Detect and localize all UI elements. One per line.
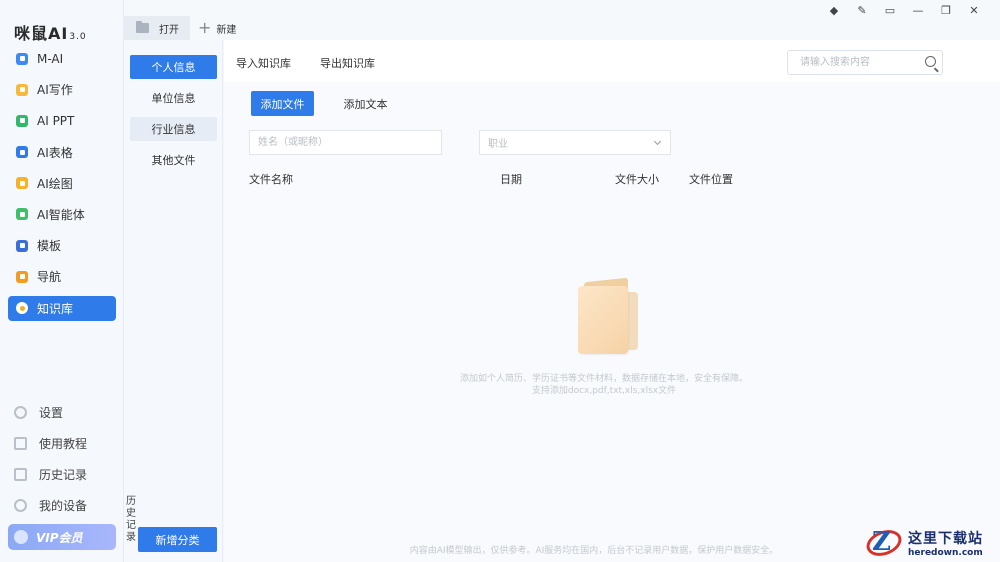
close-icon[interactable]: ✕ — [960, 2, 988, 18]
name-input[interactable] — [250, 131, 441, 154]
sidebar-item-label: AI表格 — [37, 145, 73, 160]
ppt-icon — [16, 114, 28, 127]
sidebar-item-label: 模板 — [37, 239, 62, 254]
sidebar-nav: M-AI AI写作 AI PPT AI表格 AI绘图 AI智能体 模板 导航 知… — [8, 46, 116, 327]
sidebar-item-label: M-AI — [37, 51, 64, 66]
job-select[interactable]: 职业 — [479, 130, 671, 155]
sidebar-item-m-ai[interactable]: M-AI — [8, 46, 116, 71]
gear-icon — [14, 405, 27, 419]
top-toolbar: 打开 + 新建 ◆ ✎ ▭ — ❐ ✕ — [124, 0, 1000, 40]
vip-button[interactable]: VIP会员 — [8, 524, 116, 550]
history-icon — [14, 468, 27, 482]
sidebar-item-ai-agent[interactable]: AI智能体 — [8, 202, 116, 227]
sidebar-item-ai-ppt[interactable]: AI PPT — [8, 108, 116, 133]
category-panel: 个人信息 单位信息 行业信息 其他文件 历史记录 新增分类 — [124, 40, 223, 562]
folder-icon — [136, 21, 149, 33]
drawing-icon — [16, 177, 28, 190]
tutorial-icon — [14, 436, 27, 450]
search-box — [787, 50, 943, 75]
edit-icon[interactable]: ✎ — [848, 2, 876, 18]
plus-icon: + — [198, 18, 212, 37]
sidebar: 咪鼠AI3.0 M-AI AI写作 AI PPT AI表格 AI绘图 AI智能体 — [0, 0, 124, 562]
minimize-icon[interactable]: — — [904, 2, 932, 18]
sidebar-item-knowledge-base[interactable]: 知识库 — [8, 295, 116, 321]
tag-icon[interactable]: ◆ — [820, 2, 848, 18]
main-header: 导入知识库 导出知识库 — [224, 40, 1000, 82]
main-content: 导入知识库 导出知识库 添加文件 添加文本 职业 文件名称 日期 文件大小 文件… — [224, 40, 1000, 562]
device-link[interactable]: 我的设备 — [8, 495, 116, 517]
settings-link[interactable]: 设置 — [8, 401, 116, 423]
sidebar-item-ai-writing[interactable]: AI写作 — [8, 77, 116, 102]
history-label: 历史记录 — [39, 468, 88, 483]
open-label: 打开 — [159, 24, 179, 36]
column-header-date: 日期 — [500, 173, 522, 186]
maximize-icon[interactable]: ❐ — [932, 2, 960, 18]
sidebar-item-ai-table[interactable]: AI表格 — [8, 140, 116, 165]
tutorial-link[interactable]: 使用教程 — [8, 432, 116, 454]
sidebar-item-label: 知识库 — [37, 301, 74, 316]
feedback-icon[interactable]: ▭ — [876, 2, 904, 18]
writing-icon — [16, 83, 28, 96]
empty-state-text: 添加如个人简历、学历证书等文件材料，数据存储在本地，安全有保障。 支持添加doc… — [404, 373, 804, 397]
site-watermark: Z 这里下载站 heredown.com — [862, 524, 1000, 562]
sidebar-bottom: 设置 使用教程 历史记录 我的设备 — [8, 401, 116, 526]
vip-icon — [14, 530, 28, 544]
template-icon — [16, 239, 28, 252]
column-header-size: 文件大小 — [615, 173, 659, 186]
disclaimer-footer: 内容由AI模型输出，仅供参考。AI服务均在国内，后台不记录用户数据，保护用户数据… — [409, 546, 779, 556]
window-controls: ◆ ✎ ▭ — ❐ ✕ — [820, 2, 988, 18]
search-icon[interactable] — [925, 56, 936, 67]
watermark-en: heredown.com — [908, 548, 983, 558]
watermark-cn: 这里下载站 — [908, 531, 983, 547]
navigation-icon — [16, 270, 28, 283]
empty-state-line2: 支持添加docx,pdf,txt,xls,xlsx文件 — [531, 386, 677, 396]
history-link[interactable]: 历史记录 — [8, 464, 116, 486]
sidebar-item-label: AI绘图 — [37, 176, 73, 191]
sidebar-item-template[interactable]: 模板 — [8, 233, 116, 258]
agent-icon — [16, 208, 28, 221]
empty-folder-icon — [576, 277, 640, 354]
sidebar-item-label: AI智能体 — [37, 207, 85, 222]
device-label: 我的设备 — [39, 499, 88, 514]
sidebar-item-navigation[interactable]: 导航 — [8, 264, 116, 289]
chevron-down-icon — [653, 137, 662, 146]
column-header-filename: 文件名称 — [249, 173, 293, 186]
empty-state-line1: 添加如个人简历、学历证书等文件材料，数据存储在本地，安全有保障。 — [459, 374, 748, 384]
add-category-button[interactable]: 新增分类 — [138, 527, 217, 552]
table-icon — [16, 146, 28, 159]
add-file-button[interactable]: 添加文件 — [251, 91, 314, 116]
new-tab-button[interactable]: + 新建 — [198, 16, 236, 40]
knowledge-base-icon — [16, 302, 28, 314]
name-field — [249, 130, 442, 155]
device-icon — [14, 499, 27, 513]
sidebar-item-label: AI写作 — [37, 83, 73, 98]
category-other[interactable]: 其他文件 — [130, 148, 217, 172]
sidebar-item-label: AI PPT — [37, 113, 75, 128]
export-knowledge-button[interactable]: 导出知识库 — [320, 55, 375, 71]
vip-label: VIP会员 — [36, 530, 83, 545]
category-industry[interactable]: 行业信息 — [130, 117, 217, 141]
settings-label: 设置 — [39, 405, 64, 420]
search-input[interactable] — [788, 51, 908, 74]
column-header-location: 文件位置 — [689, 173, 733, 186]
history-records-label[interactable]: 历史记录 — [126, 496, 138, 544]
watermark-logo-icon: Z — [862, 525, 906, 561]
add-text-button[interactable]: 添加文本 — [334, 91, 397, 116]
sidebar-item-ai-drawing[interactable]: AI绘图 — [8, 171, 116, 196]
category-company[interactable]: 单位信息 — [130, 86, 217, 110]
app-logo: 咪鼠AI3.0 — [14, 24, 87, 43]
tutorial-label: 使用教程 — [39, 436, 88, 451]
import-knowledge-button[interactable]: 导入知识库 — [236, 55, 291, 71]
new-label: 新建 — [216, 24, 237, 36]
job-placeholder: 职业 — [488, 139, 508, 150]
m-ai-icon — [16, 52, 28, 65]
sidebar-item-label: 导航 — [37, 270, 62, 285]
category-personal[interactable]: 个人信息 — [130, 55, 217, 79]
open-tab[interactable]: 打开 — [124, 16, 190, 40]
